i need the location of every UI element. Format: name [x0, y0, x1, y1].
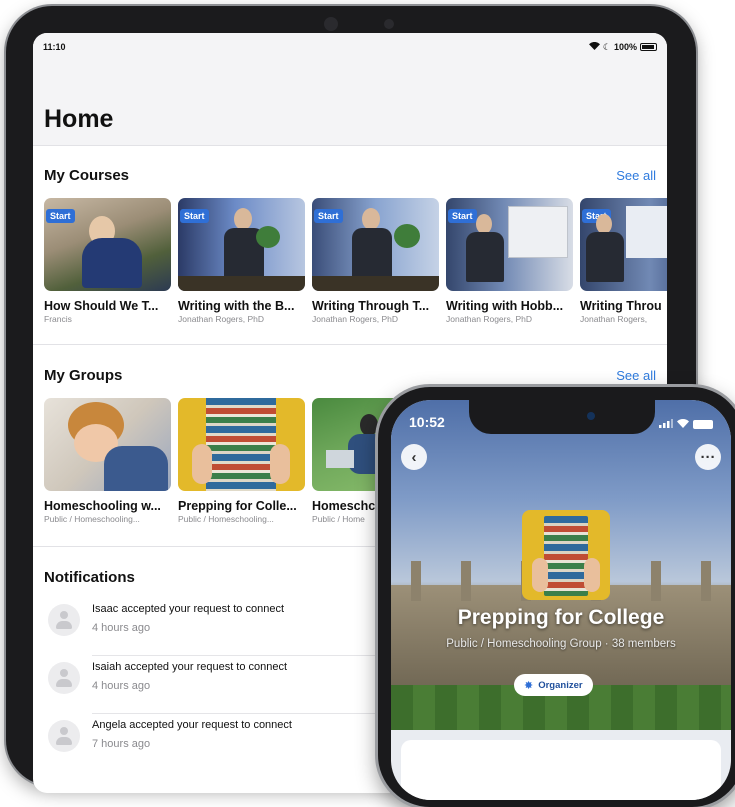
notification-item[interactable]: Angela accepted your request to connect … [33, 714, 378, 772]
course-thumbnail: Start [178, 198, 305, 291]
course-title: Writing Through T... [312, 299, 430, 313]
group-card[interactable]: Homeschooling w... Public / Homeschoolin… [44, 398, 171, 524]
group-meta: Public / Homeschooling Group · 38 member… [446, 638, 676, 650]
course-list: Start How Should We T... Francis Start W… [33, 198, 667, 324]
see-all-groups-link[interactable]: See all [616, 368, 656, 383]
wifi-icon [677, 415, 689, 433]
section-title: My Groups [44, 367, 123, 384]
more-options-button[interactable]: ··· [695, 444, 721, 470]
status-time: 10:52 [409, 414, 445, 430]
course-card[interactable]: Start Writing with the B... Jonathan Rog… [178, 198, 305, 324]
status-indicators: ☾ 100% [588, 41, 657, 53]
see-all-courses-link[interactable]: See all [616, 168, 656, 183]
course-author: Jonathan Rogers, PhD [312, 314, 398, 324]
group-title: Prepping for Colle... [178, 499, 297, 513]
notification-item[interactable]: Isaiah accepted your request to connect … [33, 656, 382, 714]
status-time: 11:10 [43, 42, 66, 52]
course-card[interactable]: Start Writing Through T... Jonathan Roge… [312, 198, 439, 324]
battery-icon [640, 43, 657, 51]
camera-icon [324, 17, 338, 31]
course-author: Jonathan Rogers, PhD [446, 314, 532, 324]
section-title: My Courses [44, 167, 130, 184]
divider [33, 344, 667, 345]
group-title: Homeschooling w... [44, 499, 161, 513]
course-title: How Should We T... [44, 299, 159, 313]
notification-item[interactable]: Isaac accepted your request to connect 4… [33, 598, 382, 656]
camera-icon [587, 412, 595, 420]
divider [33, 145, 667, 146]
group-card[interactable]: Prepping for Colle... Public / Homeschoo… [178, 398, 305, 524]
course-thumbnail: Start [580, 198, 667, 291]
organizer-star-icon: ✸ [524, 679, 534, 692]
start-badge: Start [448, 209, 477, 223]
signal-icon [659, 415, 673, 433]
group-name: Prepping for College [457, 606, 665, 629]
chevron-left-icon: ‹ [411, 448, 417, 466]
iphone-device: 10:52 ‹ ··· Prepping for College Public … [378, 387, 735, 807]
wifi-icon [588, 41, 600, 52]
organizer-badge: ✸ Organizer [514, 674, 593, 696]
start-badge: Start [314, 209, 343, 223]
course-card[interactable]: Start Writing Throu Jonathan Rogers, [580, 198, 667, 324]
notification-time: 4 hours ago [92, 622, 151, 634]
notification-time: 7 hours ago [92, 738, 151, 750]
content-sheet [401, 740, 721, 800]
course-title: Writing with the B... [178, 299, 295, 313]
group-meta: Public / Homeschooling... [44, 514, 140, 524]
avatar [48, 662, 80, 694]
course-author: Francis [44, 314, 72, 324]
avatar [48, 720, 80, 752]
course-thumbnail: Start [312, 198, 439, 291]
course-author: Jonathan Rogers, PhD [178, 314, 264, 324]
page-title: Home [44, 105, 114, 133]
courses-section: My Courses See all Start How Should We T… [33, 167, 667, 324]
sensor-icon [384, 19, 394, 29]
avatar [48, 604, 80, 636]
start-badge: Start [46, 209, 75, 223]
group-thumbnail [178, 398, 305, 491]
iphone-screen: 10:52 ‹ ··· Prepping for College Public … [391, 400, 731, 800]
notch [469, 400, 655, 434]
course-author: Jonathan Rogers, [580, 314, 648, 324]
course-title: Writing with Hobb... [446, 299, 564, 313]
organizer-label: Organizer [538, 679, 583, 691]
course-card[interactable]: Start Writing with Hobb... Jonathan Roge… [446, 198, 573, 324]
start-badge: Start [180, 209, 209, 223]
status-indicators [659, 415, 713, 433]
group-meta: Public / Homeschooling... [178, 514, 274, 524]
notification-text: Isaac accepted your request to connect [92, 603, 285, 615]
group-avatar [522, 510, 610, 600]
course-thumbnail: Start [446, 198, 573, 291]
moon-icon: ☾ [602, 41, 611, 52]
course-title: Writing Throu [580, 299, 662, 313]
notification-text: Isaiah accepted your request to connect [92, 661, 288, 673]
back-button[interactable]: ‹ [401, 444, 427, 470]
course-thumbnail: Start [44, 198, 171, 291]
status-bar: 11:10 ☾ 100% [33, 33, 667, 61]
section-title: Notifications [44, 569, 135, 586]
battery-percent: 100% [613, 42, 637, 52]
group-thumbnail [44, 398, 171, 491]
ellipsis-icon: ··· [700, 448, 716, 466]
notification-text: Angela accepted your request to connect [92, 719, 292, 731]
battery-icon [693, 419, 713, 429]
course-card[interactable]: Start How Should We T... Francis [44, 198, 171, 324]
notification-time: 4 hours ago [92, 680, 151, 692]
